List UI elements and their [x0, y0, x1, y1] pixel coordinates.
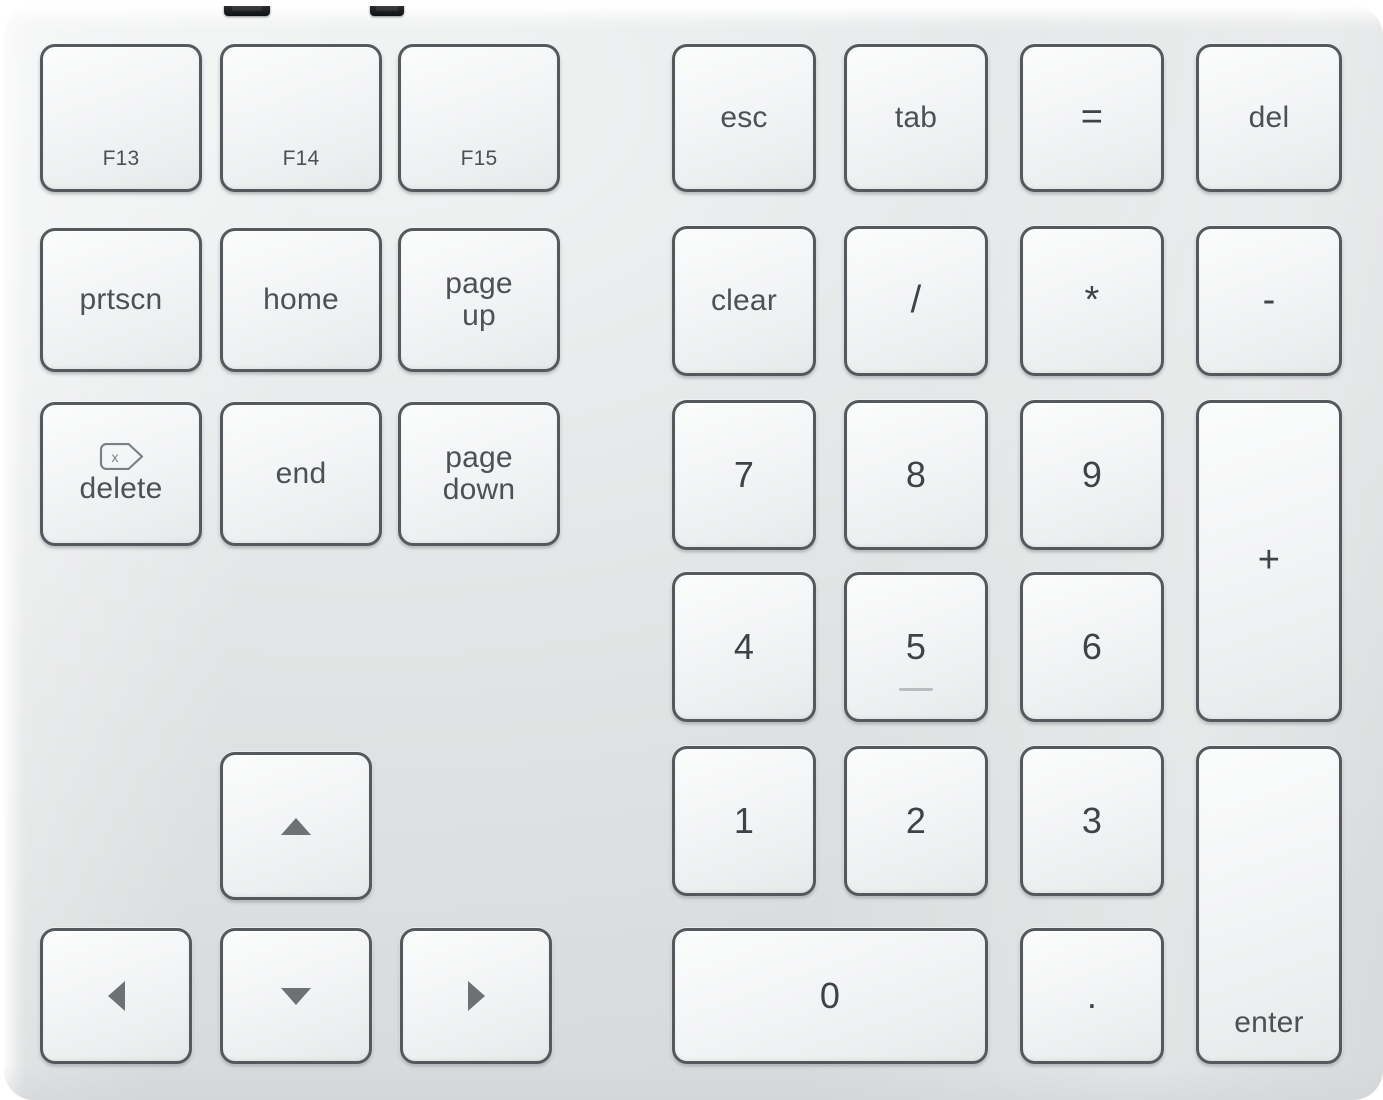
key-num8[interactable]: 8: [844, 400, 988, 550]
arrow-left-icon: [107, 981, 125, 1011]
key-num1[interactable]: 1: [672, 746, 816, 896]
key-label-tab: tab: [894, 100, 938, 134]
key-tab[interactable]: tab: [844, 44, 988, 192]
delete-key-content: x delete: [79, 442, 163, 505]
key-f15[interactable]: F15: [398, 44, 560, 192]
key-num0[interactable]: 0: [672, 928, 988, 1064]
key-label-prtscn: prtscn: [79, 282, 163, 316]
key-label-clear: clear: [710, 283, 778, 317]
key-del[interactable]: del: [1196, 44, 1342, 192]
key-divide[interactable]: /: [844, 226, 988, 376]
key-label-num3: 3: [1081, 799, 1103, 841]
key-label-delete: delete: [79, 471, 163, 505]
key-num2[interactable]: 2: [844, 746, 988, 896]
key-num5[interactable]: 5: [844, 572, 988, 722]
key-label-f15: F15: [460, 147, 498, 171]
key-label-num2: 2: [905, 799, 927, 841]
key-label-multiply: *: [1084, 279, 1100, 322]
key-esc[interactable]: esc: [672, 44, 816, 192]
svg-text:x: x: [111, 449, 118, 465]
key-multiply[interactable]: *: [1020, 226, 1164, 376]
key-plus[interactable]: +: [1196, 400, 1342, 722]
key-page-up[interactable]: page up: [398, 228, 560, 372]
device-top-edge: [4, 6, 1383, 32]
key-num6[interactable]: 6: [1020, 572, 1164, 722]
key-label-num5: 5: [905, 625, 927, 667]
key-label-page-up: page up: [445, 266, 513, 332]
key-label-num7: 7: [733, 453, 755, 495]
key-home[interactable]: home: [220, 228, 382, 372]
key-label-f13: F13: [102, 147, 140, 171]
key-num9[interactable]: 9: [1020, 400, 1164, 550]
top-bumper-left: [224, 6, 270, 16]
key-num3[interactable]: 3: [1020, 746, 1164, 896]
key-arrow-up[interactable]: [220, 752, 372, 900]
key-label-num6: 6: [1081, 625, 1103, 667]
key-label-num4: 4: [733, 625, 755, 667]
key-label-num9: 9: [1081, 453, 1103, 495]
key-label-f14: F14: [282, 147, 320, 171]
key-label-del: del: [1248, 100, 1290, 134]
key-arrow-right[interactable]: [400, 928, 552, 1064]
key-f13[interactable]: F13: [40, 44, 202, 192]
key-num7[interactable]: 7: [672, 400, 816, 550]
key-page-down[interactable]: page down: [398, 402, 560, 546]
top-bumper-right: [370, 6, 404, 16]
key-prtscn[interactable]: prtscn: [40, 228, 202, 372]
key-label-equal: =: [1080, 96, 1104, 139]
key-clear[interactable]: clear: [672, 226, 816, 376]
key-label-num0: 0: [819, 974, 841, 1016]
key-delete[interactable]: x delete: [40, 402, 202, 546]
key-label-minus: -: [1262, 279, 1276, 322]
key-arrow-left[interactable]: [40, 928, 192, 1064]
key-f14[interactable]: F14: [220, 44, 382, 192]
tactile-bump-indicator: [899, 688, 933, 691]
key-label-esc: esc: [720, 100, 768, 134]
key-enter[interactable]: enter: [1196, 746, 1342, 1064]
key-label-end: end: [275, 456, 327, 490]
key-label-home: home: [263, 282, 339, 316]
key-arrow-down[interactable]: [220, 928, 372, 1064]
arrow-up-icon: [281, 817, 311, 835]
key-label-num8: 8: [905, 453, 927, 495]
key-label-plus: +: [1257, 539, 1281, 582]
device-left-edge: [4, 6, 26, 1100]
arrow-down-icon: [281, 987, 311, 1005]
arrow-right-icon: [467, 981, 485, 1011]
forward-delete-icon: x: [98, 442, 144, 470]
key-label-page-down: page down: [442, 440, 516, 506]
key-decimal[interactable]: .: [1020, 928, 1164, 1064]
key-label-divide: /: [910, 279, 922, 322]
device-bottom-edge: [4, 1066, 1383, 1100]
key-equal[interactable]: =: [1020, 44, 1164, 192]
key-minus[interactable]: -: [1196, 226, 1342, 376]
key-end[interactable]: end: [220, 402, 382, 546]
key-label-decimal: .: [1086, 974, 1098, 1016]
key-num4[interactable]: 4: [672, 572, 816, 722]
keypad-device-body: F13 F14 F15 prtscn home page up x delete end page…: [4, 6, 1383, 1100]
key-label-num1: 1: [733, 799, 755, 841]
key-label-enter: enter: [1234, 1005, 1304, 1039]
